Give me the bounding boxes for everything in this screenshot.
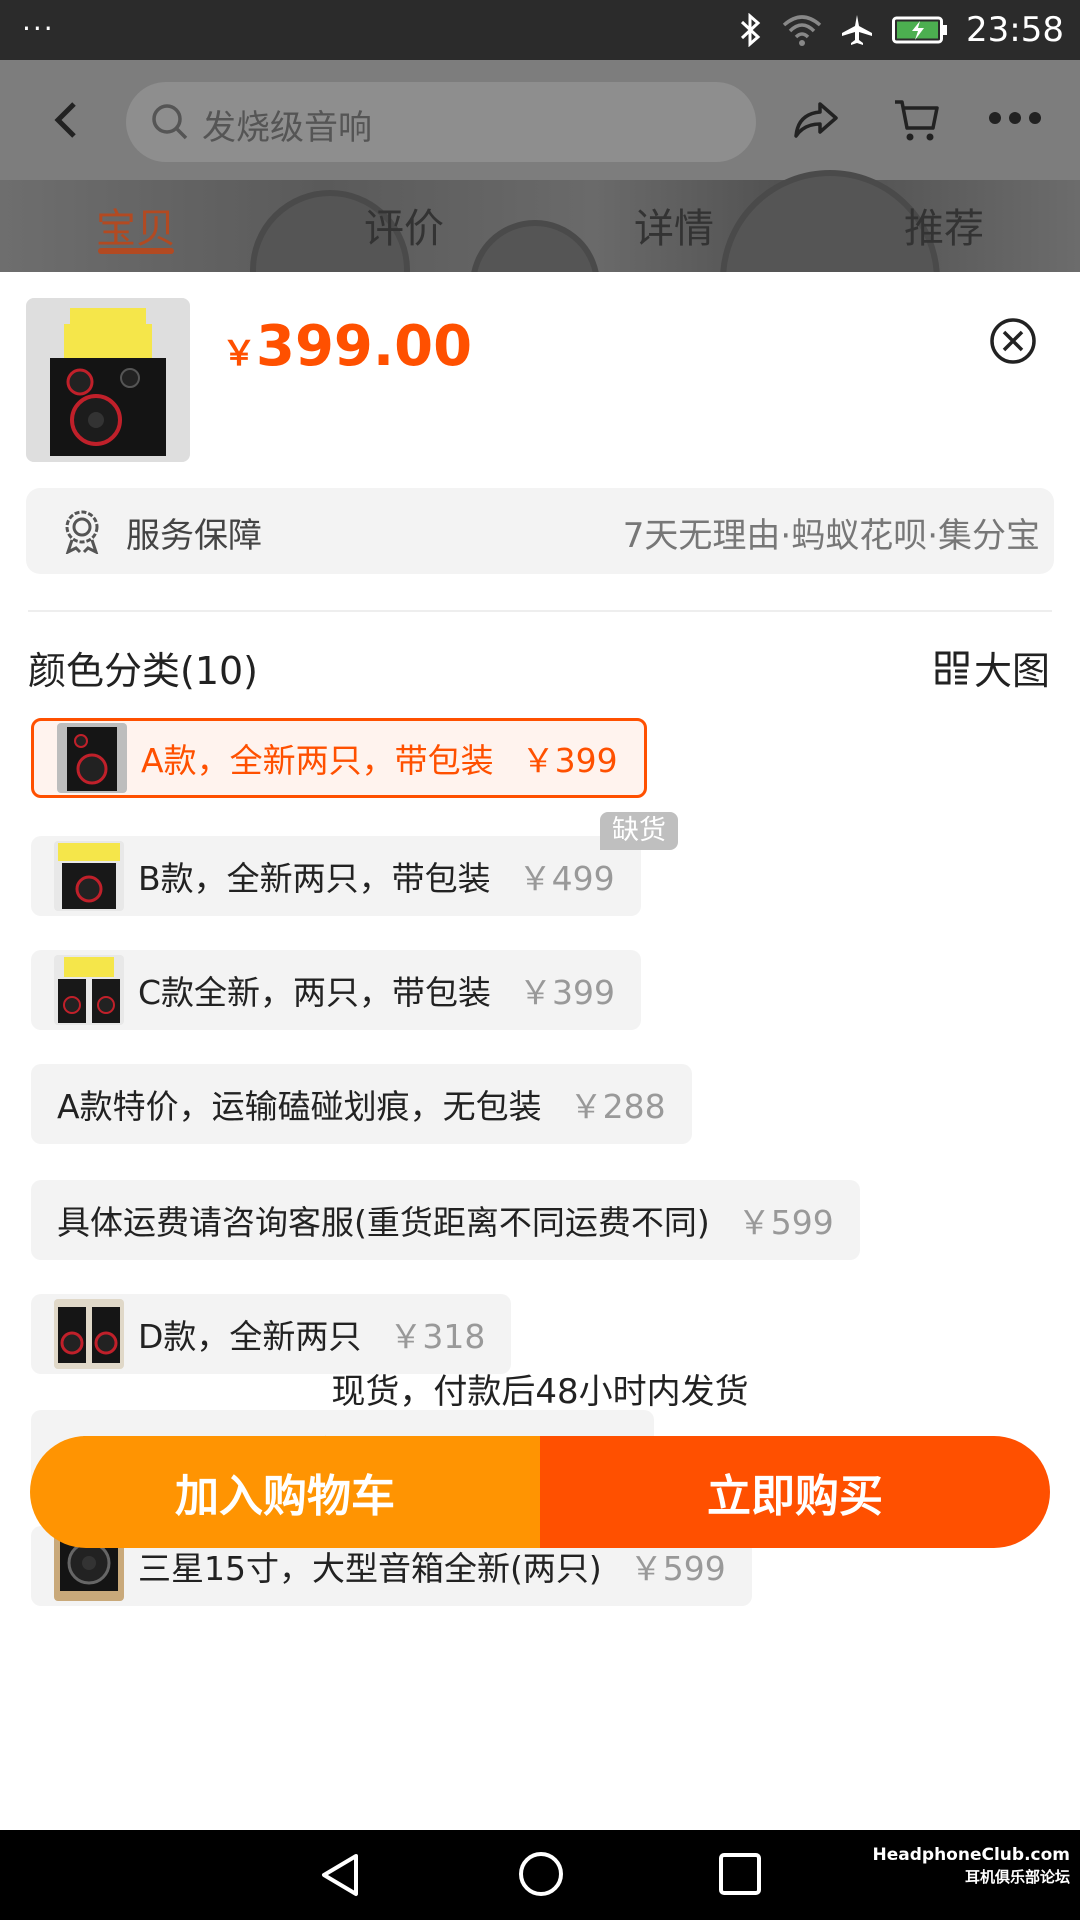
sku-thumbnail	[57, 723, 127, 793]
bluetooth-icon	[740, 13, 761, 47]
sku-price: ￥318	[389, 1317, 486, 1356]
tab-recommend[interactable]: 推荐	[904, 196, 984, 254]
selected-price: ￥399.00	[222, 314, 472, 379]
sku-option[interactable]: A款特价，运输磕碰划痕，无包装 ￥288	[31, 1064, 692, 1144]
search-placeholder: 发烧级音响	[202, 108, 372, 148]
sku-price: ￥599	[629, 1549, 726, 1588]
color-category-title: 颜色分类(10)	[28, 649, 259, 693]
back-arrow-icon[interactable]	[46, 96, 86, 144]
wifi-icon	[782, 15, 822, 46]
watermark-logo: HeadphoneClub.com 耳机俱乐部论坛	[873, 1844, 1070, 1888]
sku-price: ￥399	[519, 973, 616, 1012]
service-value: 7天无理由·蚂蚁花呗·集分宝	[622, 516, 1040, 556]
search-input[interactable]: 发烧级音响	[126, 82, 756, 162]
sku-label: A款特价，运输磕碰划痕，无包装	[57, 1087, 542, 1126]
cart-icon[interactable]	[893, 96, 941, 144]
status-menu-dots: ···	[22, 12, 55, 45]
price-value: 399.00	[256, 314, 473, 379]
tab-active-indicator	[98, 248, 174, 254]
out-of-stock-badge: 缺货	[600, 812, 678, 850]
shipping-notice: 现货，付款后48小时内发货	[331, 1372, 749, 1412]
sku-thumbnail	[54, 1299, 124, 1369]
add-to-cart-button[interactable]: 加入购物车	[30, 1436, 540, 1548]
big-image-toggle[interactable]: 大图	[934, 640, 1050, 695]
status-time: 23:58	[966, 10, 1064, 50]
sku-label: 具体运费请咨询客服(重货距离不同运费不同)	[57, 1203, 710, 1242]
tab-reviews[interactable]: 评价	[364, 196, 444, 254]
close-icon[interactable]	[988, 316, 1038, 366]
search-icon	[152, 104, 188, 140]
background-speaker	[470, 220, 600, 272]
watermark-line2: 耳机俱乐部论坛	[964, 1868, 1070, 1886]
badge-icon	[65, 510, 99, 554]
service-guarantee-row[interactable]: 服务保障 7天无理由·蚂蚁花呗·集分宝	[26, 488, 1054, 574]
sku-price: ￥399	[521, 741, 618, 780]
grid-icon	[935, 651, 969, 684]
nav-home-icon[interactable]	[517, 1850, 565, 1898]
sku-label: D款，全新两只	[138, 1317, 362, 1356]
status-bar: ··· 23:58	[0, 0, 1080, 60]
nav-recents-icon[interactable]	[718, 1852, 762, 1896]
sku-option[interactable]: B款，全新两只，带包装 ￥499	[31, 836, 641, 916]
page-header: 发烧级音响 宝贝 评价 详情 推荐	[0, 60, 1080, 272]
service-label: 服务保障	[126, 516, 262, 556]
system-nav-bar: HeadphoneClub.com 耳机俱乐部论坛	[0, 1830, 1080, 1920]
sku-option[interactable]: A款，全新两只，带包装 ￥399	[31, 718, 647, 798]
sku-option[interactable]: C款全新，两只，带包装 ￥399	[31, 950, 642, 1030]
divider	[28, 610, 1052, 612]
status-icons: 23:58	[738, 8, 1064, 52]
sku-thumbnail	[54, 841, 124, 911]
sku-price: ￥288	[569, 1087, 666, 1126]
tab-details[interactable]: 详情	[634, 196, 714, 254]
sku-label: A款，全新两只，带包装	[141, 741, 494, 780]
buy-now-button[interactable]: 立即购买	[540, 1436, 1050, 1548]
sku-price: ￥599	[737, 1203, 834, 1242]
sku-price: ￥499	[518, 859, 615, 898]
watermark-line1: HeadphoneClub.com	[872, 1845, 1070, 1865]
sku-option[interactable]: D款，全新两只 ￥318	[31, 1294, 512, 1374]
big-image-label: 大图	[973, 649, 1050, 693]
speaker-image	[26, 298, 190, 462]
sku-label: C款全新，两只，带包装	[138, 973, 492, 1012]
price-currency: ￥	[222, 334, 256, 374]
share-icon[interactable]	[792, 96, 840, 144]
tab-item[interactable]: 宝贝	[96, 196, 176, 254]
sku-selection-sheet: ￥399.00 服务保障 7天无理由·蚂蚁花呗·集分宝 颜色分类(10) 大图 …	[0, 272, 1080, 1830]
battery-charging-icon	[892, 16, 948, 44]
more-icon[interactable]	[988, 110, 1042, 126]
nav-back-icon[interactable]	[318, 1852, 362, 1898]
sku-label: 三星15寸，大型音箱全新(两只)	[138, 1549, 602, 1588]
sku-thumbnail	[54, 955, 124, 1025]
airplane-icon	[842, 15, 873, 45]
sku-option[interactable]: 具体运费请咨询客服(重货距离不同运费不同) ￥599	[31, 1180, 860, 1260]
product-thumbnail[interactable]	[26, 298, 190, 462]
sku-label: B款，全新两只，带包装	[138, 859, 491, 898]
